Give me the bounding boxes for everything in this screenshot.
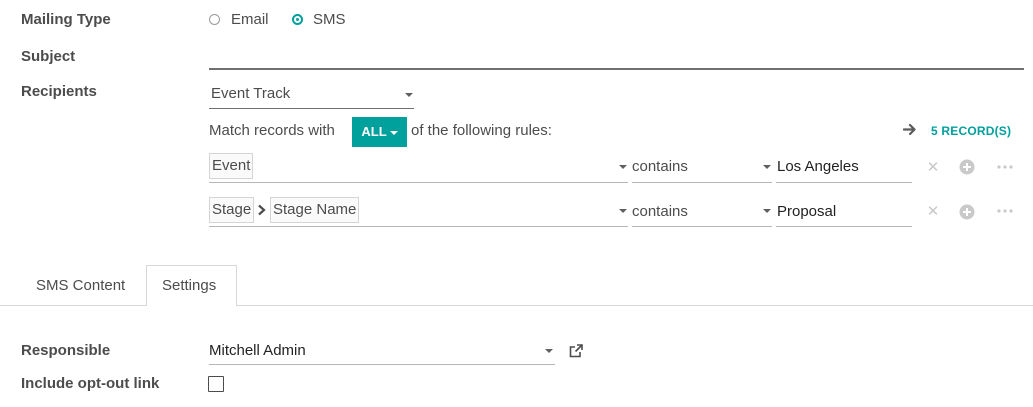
arrow-right-icon xyxy=(903,123,916,136)
mailing-type-label: Mailing Type xyxy=(21,11,111,28)
path-tag-stage: Stage xyxy=(209,197,255,223)
caret-down-icon xyxy=(545,349,553,353)
more-icon[interactable] xyxy=(996,160,1014,174)
caret-down-icon xyxy=(763,165,771,169)
caret-down-icon xyxy=(405,93,413,97)
path-tag-event: Event xyxy=(209,153,254,179)
tab-sms-content-label: SMS Content xyxy=(36,277,126,294)
sms-radio[interactable] xyxy=(292,14,303,25)
path-tag-stage-name: Stage Name xyxy=(270,197,360,223)
match-suffix: of the following rules: xyxy=(411,122,552,139)
chevron-right-icon xyxy=(258,204,266,216)
rule-operator-select[interactable]: contains xyxy=(632,152,772,183)
match-prefix: Match records with xyxy=(209,122,335,139)
records-count: 5 RECORD(S) xyxy=(931,124,1012,138)
caret-down-icon xyxy=(763,209,771,213)
match-mode-button[interactable]: ALL xyxy=(352,117,407,147)
subject-label: Subject xyxy=(21,48,76,65)
rule-operator-value: contains xyxy=(632,203,688,220)
rule-value-input[interactable]: Proposal xyxy=(776,196,912,227)
recipients-model-value: Event Track xyxy=(211,85,291,102)
radio-checked-icon xyxy=(292,14,303,25)
rule-value-input[interactable]: Los Angeles xyxy=(776,152,912,183)
email-radio[interactable] xyxy=(209,14,220,25)
rule-value-text: Proposal xyxy=(777,203,837,220)
responsible-label: Responsible xyxy=(21,342,111,359)
responsible-value: Mitchell Admin xyxy=(209,342,306,359)
subject-input[interactable] xyxy=(209,48,1024,70)
tab-sms-content[interactable]: SMS Content xyxy=(19,266,146,305)
radio-unchecked-icon xyxy=(209,14,220,25)
optout-checkbox[interactable] xyxy=(208,376,224,392)
recipients-model-select[interactable]: Event Track xyxy=(209,84,414,109)
tab-settings-label: Settings xyxy=(162,277,217,294)
delete-icon[interactable]: ✕ xyxy=(926,203,940,221)
email-option-label[interactable]: Email xyxy=(231,11,269,29)
rule-operator-value: contains xyxy=(632,158,688,175)
optout-label: Include opt-out link xyxy=(21,375,160,392)
caret-down-icon xyxy=(389,130,398,135)
match-mode-label: ALL xyxy=(361,124,387,139)
recipients-label: Recipients xyxy=(21,83,97,100)
records-link[interactable]: 5 RECORD(S) xyxy=(903,120,1023,140)
rule-path-field[interactable]: Event xyxy=(209,152,628,183)
tab-settings[interactable]: Settings xyxy=(146,265,237,306)
add-icon[interactable] xyxy=(959,204,975,220)
responsible-select[interactable]: Mitchell Admin xyxy=(209,339,555,365)
caret-down-icon xyxy=(619,165,627,169)
more-icon[interactable] xyxy=(996,204,1014,218)
sms-option-label[interactable]: SMS xyxy=(313,11,346,29)
rule-path-field[interactable]: Stage Stage Name xyxy=(209,196,628,227)
caret-down-icon xyxy=(619,209,627,213)
rule-value-text: Los Angeles xyxy=(777,158,859,175)
external-link-icon[interactable] xyxy=(568,343,584,359)
delete-icon[interactable]: ✕ xyxy=(926,159,940,177)
add-icon[interactable] xyxy=(959,159,975,175)
rule-operator-select[interactable]: contains xyxy=(632,196,772,227)
